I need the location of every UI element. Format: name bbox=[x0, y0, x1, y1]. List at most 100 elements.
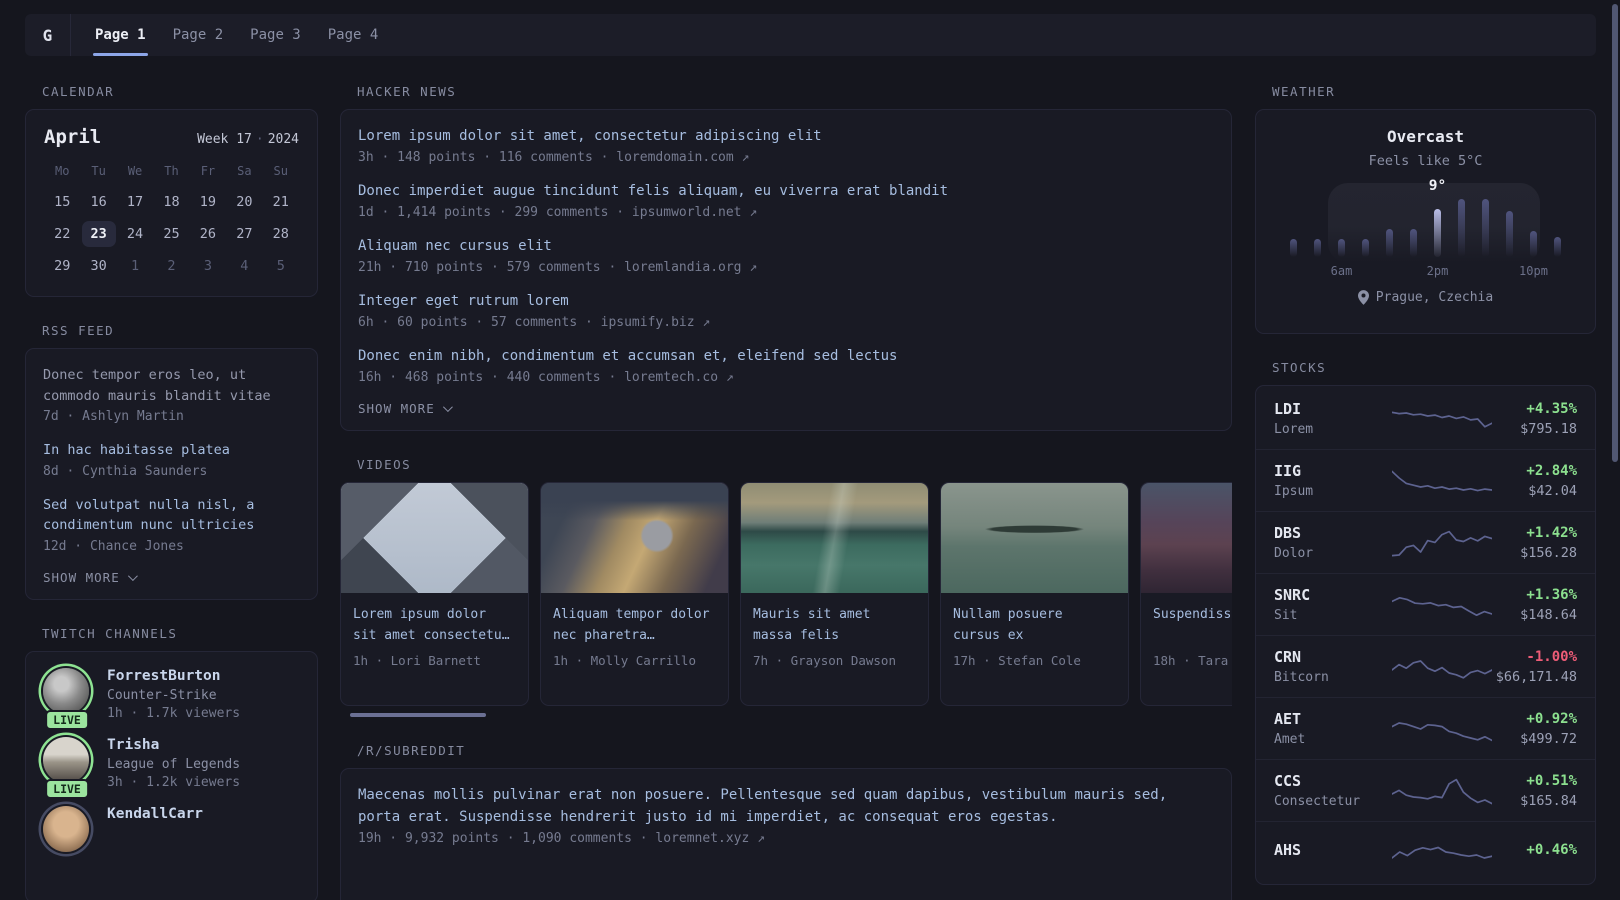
page-tab[interactable]: Page 1 bbox=[93, 14, 148, 56]
stock-row[interactable]: AHS +0.46% bbox=[1256, 822, 1595, 882]
rss-item-title[interactable]: Sed volutpat nulla nisl, a condimentum n… bbox=[43, 495, 300, 536]
external-link-icon[interactable]: ↗ bbox=[726, 370, 734, 385]
calendar-day: 20 bbox=[226, 186, 262, 218]
video-card[interactable]: Suspendisse diam 18h · Tara bbox=[1140, 482, 1232, 706]
page-tab[interactable]: Page 3 bbox=[250, 14, 301, 56]
avatar bbox=[43, 805, 89, 852]
channel-name[interactable]: Trisha bbox=[107, 737, 240, 753]
subreddit-post-meta-text: 19h · 9,932 points · 1,090 comments · lo… bbox=[358, 831, 750, 847]
stock-values: +1.36% $148.64 bbox=[1492, 587, 1577, 623]
hackernews-item-title[interactable]: Donec enim nibh, condimentum et accumsan… bbox=[358, 346, 1214, 367]
right-column: WEATHER Overcast Feels like 5°C 6am 9° 2… bbox=[1255, 70, 1596, 900]
app-logo[interactable]: G bbox=[25, 14, 71, 56]
video-thumbnail[interactable] bbox=[341, 483, 528, 593]
external-link-icon[interactable]: ↗ bbox=[702, 315, 710, 330]
video-card[interactable]: Mauris sit amet massa felis 7h · Grayson… bbox=[740, 482, 929, 706]
stocks-widget: LDI Lorem +4.35% $795.18 IIG Ipsum +2.84… bbox=[1255, 385, 1596, 885]
stock-row[interactable]: CRN Bitcorn -1.00% $66,171.48 bbox=[1256, 636, 1595, 698]
stock-row[interactable]: CCS Consectetur +0.51% $165.84 bbox=[1256, 760, 1595, 822]
videos-scrollbar-thumb[interactable] bbox=[350, 713, 486, 717]
stock-symbol: LDI bbox=[1274, 400, 1302, 418]
calendar-day-number: 2 bbox=[167, 258, 176, 274]
video-card[interactable]: Aliquam tempor dolor nec pharetra… 1h · … bbox=[540, 482, 729, 706]
subreddit-post-title[interactable]: Maecenas mollis pulvinar erat non posuer… bbox=[358, 785, 1208, 828]
hackernews-item-title[interactable]: Integer eget rutrum lorem bbox=[358, 291, 1214, 312]
external-link-icon[interactable]: ↗ bbox=[742, 150, 750, 165]
video-title[interactable]: Aliquam tempor dolor nec pharetra… bbox=[553, 604, 716, 646]
calendar-day: 28 bbox=[263, 218, 299, 250]
video-thumbnail[interactable] bbox=[1141, 483, 1232, 593]
weather-bar-slot: 10pm bbox=[1519, 195, 1548, 278]
page-scrollbar-thumb[interactable] bbox=[1612, 4, 1618, 462]
channel-info: KendallCarr bbox=[107, 806, 203, 852]
twitch-channel-row[interactable]: LIVE ForrestBurton Counter-Strike 1h · 1… bbox=[43, 667, 300, 730]
video-meta: 7h · Grayson Dawson bbox=[753, 653, 896, 669]
hackernews-show-more-button[interactable]: SHOW MORE bbox=[358, 401, 1214, 416]
video-title[interactable]: Mauris sit amet massa felis bbox=[753, 604, 916, 646]
calendar-day: 27 bbox=[226, 218, 262, 250]
rss-item-title[interactable]: Donec tempor eros leo, ut commodo mauris… bbox=[43, 365, 300, 406]
calendar-day-number: 23 bbox=[81, 221, 116, 247]
videos-carousel: Lorem ipsum dolor sit amet consectetu… 1… bbox=[340, 482, 1232, 706]
stock-row[interactable]: IIG Ipsum +2.84% $42.04 bbox=[1256, 450, 1595, 512]
calendar-day: 25 bbox=[153, 218, 189, 250]
rss-section-title: RSS FEED bbox=[42, 323, 115, 338]
stock-row[interactable]: AET Amet +0.92% $499.72 bbox=[1256, 698, 1595, 760]
video-card[interactable]: Lorem ipsum dolor sit amet consectetu… 1… bbox=[340, 482, 529, 706]
rss-item-title[interactable]: In hac habitasse platea bbox=[43, 440, 300, 461]
day-of-week-label: Mo bbox=[54, 164, 70, 178]
stock-price: $42.04 bbox=[1528, 482, 1577, 499]
calendar-day-number: 5 bbox=[276, 258, 285, 274]
top-nav: G Page 1 Page 2 Page 3 Page 4 bbox=[25, 14, 1596, 56]
hackernews-item-meta: 3h · 148 points · 116 comments · loremdo… bbox=[358, 150, 1214, 165]
video-title[interactable]: Nullam posuere cursus ex bbox=[953, 604, 1116, 646]
calendar-year-label: 2024 bbox=[267, 132, 299, 147]
calendar-day: 19 bbox=[190, 186, 226, 218]
stock-sparkline-chart bbox=[1392, 411, 1492, 428]
videos-section: VIDEOS Lorem ipsum dolor sit amet consec… bbox=[340, 457, 1232, 717]
video-title[interactable]: Lorem ipsum dolor sit amet consectetu… bbox=[353, 604, 516, 646]
day-of-week-label: Su bbox=[273, 164, 288, 178]
weather-bar bbox=[1554, 237, 1561, 257]
stock-row[interactable]: SNRC Sit +1.36% $148.64 bbox=[1256, 574, 1595, 636]
video-title[interactable]: Suspendisse diam bbox=[1153, 604, 1232, 646]
external-link-icon[interactable]: ↗ bbox=[749, 260, 757, 275]
calendar-day: 2 bbox=[153, 250, 189, 282]
hackernews-item-title[interactable]: Lorem ipsum dolor sit amet, consectetur … bbox=[358, 126, 1214, 147]
stock-values: +2.84% $42.04 bbox=[1492, 463, 1577, 499]
hackernews-section-title: HACKER NEWS bbox=[357, 84, 457, 99]
avatar-wrap: LIVE bbox=[43, 805, 91, 852]
stock-identity: IIG Ipsum bbox=[1274, 462, 1392, 499]
twitch-channel-row[interactable]: LIVE Trisha League of Legends 3h · 1.2k … bbox=[43, 736, 300, 799]
stock-change-percent: +1.42% bbox=[1526, 524, 1577, 541]
calendar-day: 4 bbox=[226, 250, 262, 282]
calendar-header: April Week 17 · 2024 bbox=[44, 126, 299, 148]
hackernews-item-meta-text: 3h · 148 points · 116 comments · loremdo… bbox=[358, 150, 734, 165]
hackernews-item-meta: 21h · 710 points · 579 comments · loreml… bbox=[358, 260, 1214, 275]
page-tab[interactable]: Page 4 bbox=[328, 14, 379, 56]
stock-row[interactable]: DBS Dolor +1.42% $156.28 bbox=[1256, 512, 1595, 574]
channel-name[interactable]: KendallCarr bbox=[107, 806, 203, 822]
calendar-day: 5 bbox=[263, 250, 299, 282]
separator-dot: · bbox=[255, 132, 264, 147]
page-tab[interactable]: Page 2 bbox=[173, 14, 224, 56]
live-badge: LIVE bbox=[45, 709, 89, 730]
stock-name: Consectetur bbox=[1274, 794, 1361, 809]
page-tab-label: Page 1 bbox=[95, 27, 146, 43]
external-link-icon[interactable]: ↗ bbox=[749, 205, 757, 220]
video-thumbnail[interactable] bbox=[941, 483, 1128, 593]
calendar-day-number: 24 bbox=[126, 226, 144, 242]
video-card[interactable]: Nullam posuere cursus ex 17h · Stefan Co… bbox=[940, 482, 1129, 706]
weather-bar bbox=[1482, 199, 1489, 257]
hackernews-item-title[interactable]: Aliquam nec cursus elit bbox=[358, 236, 1214, 257]
channel-name[interactable]: ForrestBurton bbox=[107, 668, 240, 684]
video-thumbnail[interactable] bbox=[541, 483, 728, 593]
hackernews-item-title[interactable]: Donec imperdiet augue tincidunt felis al… bbox=[358, 181, 1214, 202]
stock-row[interactable]: LDI Lorem +4.35% $795.18 bbox=[1256, 388, 1595, 450]
rss-show-more-button[interactable]: SHOW MORE bbox=[43, 570, 300, 585]
hackernews-item: Donec imperdiet augue tincidunt felis al… bbox=[358, 181, 1214, 220]
external-link-icon[interactable]: ↗ bbox=[757, 831, 765, 846]
video-thumbnail[interactable] bbox=[741, 483, 928, 593]
twitch-channel-row[interactable]: LIVE KendallCarr bbox=[43, 805, 300, 852]
stock-sparkline-chart bbox=[1392, 659, 1492, 679]
